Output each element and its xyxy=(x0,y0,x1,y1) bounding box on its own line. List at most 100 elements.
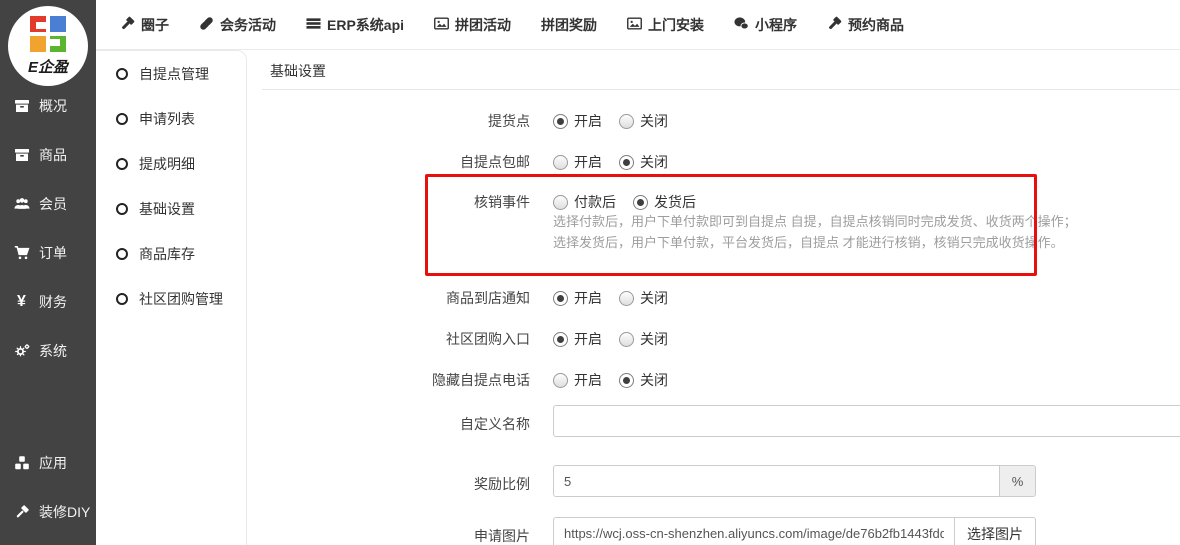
radio-icon[interactable] xyxy=(553,373,568,388)
radio-option-off[interactable]: 关闭 xyxy=(619,288,668,308)
sidebar-item-members[interactable]: 会员 xyxy=(0,179,96,228)
submenu-item-label: 基础设置 xyxy=(139,199,195,219)
circle-icon xyxy=(116,293,128,305)
field-label: 隐藏自提点电话 xyxy=(247,370,530,390)
field-label: 自提点包邮 xyxy=(247,152,530,172)
submenu-item-commission-detail[interactable]: 提成明细 xyxy=(96,141,246,186)
radio-label[interactable]: 开启 xyxy=(574,329,602,349)
chat-bubbles-icon xyxy=(734,16,749,34)
radio-icon[interactable] xyxy=(553,114,568,129)
nav-item-booking-product[interactable]: 预约商品 xyxy=(827,15,904,35)
nav-item-erp-api[interactable]: ERP系统api xyxy=(306,15,404,35)
radio-label[interactable]: 发货后 xyxy=(654,192,696,212)
primary-sidebar: E企盈 概况 商品 会员 订单 ¥ 财务 xyxy=(0,0,96,545)
secondary-sidebar: 自提点管理 申请列表 提成明细 基础设置 商品库存 社区团购管理 xyxy=(96,50,247,545)
reward-ratio-input[interactable] xyxy=(553,465,1000,497)
page-title: 基础设置 xyxy=(270,61,326,81)
radio-icon[interactable] xyxy=(553,291,568,306)
sidebar-item-label: 概况 xyxy=(39,96,67,116)
radio-icon[interactable] xyxy=(619,155,634,170)
nav-item-group-activity[interactable]: 拼团活动 xyxy=(434,15,511,35)
sidebar-item-decorate-diy[interactable]: 装修DIY xyxy=(0,487,96,536)
sidebar-item-products[interactable]: 商品 xyxy=(0,130,96,179)
nav-item-label: 拼团活动 xyxy=(455,15,511,35)
list-icon xyxy=(306,16,321,34)
radio-option-after-payment[interactable]: 付款后 xyxy=(553,192,616,212)
primary-menu: 概况 商品 会员 订单 ¥ 财务 xyxy=(0,81,96,375)
form-row-hide-phone: 隐藏自提点电话 开启 关闭 xyxy=(247,370,668,390)
apply-image-url-input[interactable] xyxy=(553,517,955,545)
sidebar-item-system[interactable]: 系统 xyxy=(0,326,96,375)
field-label: 社区团购入口 xyxy=(247,329,530,349)
nav-item-mini-program[interactable]: 小程序 xyxy=(734,15,797,35)
radio-option-off[interactable]: 关闭 xyxy=(619,111,668,131)
image-icon xyxy=(627,16,642,34)
radio-label[interactable]: 关闭 xyxy=(640,288,668,308)
radio-icon[interactable] xyxy=(619,373,634,388)
sidebar-item-label: 装修DIY xyxy=(39,502,90,522)
radio-icon[interactable] xyxy=(619,291,634,306)
radio-label[interactable]: 开启 xyxy=(574,152,602,172)
percent-addon: % xyxy=(999,465,1036,497)
field-label: 奖励比例 xyxy=(247,465,530,494)
radio-icon[interactable] xyxy=(553,155,568,170)
radio-option-off[interactable]: 关闭 xyxy=(619,370,668,390)
users-icon xyxy=(10,196,33,212)
gavel-icon xyxy=(827,16,842,34)
radio-label[interactable]: 开启 xyxy=(574,288,602,308)
form-row-free-shipping: 自提点包邮 开启 关闭 xyxy=(247,152,668,172)
radio-option-off[interactable]: 关闭 xyxy=(619,152,668,172)
sidebar-item-label: 系统 xyxy=(39,341,67,361)
sidebar-item-overview[interactable]: 概况 xyxy=(0,81,96,130)
title-divider xyxy=(262,89,1180,90)
radio-icon[interactable] xyxy=(619,332,634,347)
image-icon xyxy=(434,16,449,34)
radio-option-on[interactable]: 开启 xyxy=(553,329,602,349)
sidebar-item-finance[interactable]: ¥ 财务 xyxy=(0,277,96,326)
nav-item-label: ERP系统api xyxy=(327,15,404,35)
submenu-item-apply-list[interactable]: 申请列表 xyxy=(96,96,246,141)
nav-item-label: 会务活动 xyxy=(220,15,276,35)
submenu-item-community-group-manage[interactable]: 社区团购管理 xyxy=(96,276,246,321)
radio-option-off[interactable]: 关闭 xyxy=(619,329,668,349)
radio-option-on[interactable]: 开启 xyxy=(553,370,602,390)
submenu-item-basic-settings[interactable]: 基础设置 xyxy=(96,186,246,231)
nav-item-label: 拼团奖励 xyxy=(541,15,597,35)
radio-icon[interactable] xyxy=(619,114,634,129)
form-row-custom-name: 自定义名称 xyxy=(247,405,1180,437)
nav-item-circle[interactable]: 圈子 xyxy=(120,15,169,35)
field-label: 商品到店通知 xyxy=(247,288,530,308)
cubes-icon xyxy=(10,455,33,471)
cogs-icon xyxy=(10,343,33,359)
sidebar-item-apps[interactable]: 应用 xyxy=(0,438,96,487)
verify-event-help-text: 选择付款后，用户下单付款即可到自提点 自提，自提点核销同时完成发货、收货两个操作… xyxy=(553,211,1077,253)
link-icon xyxy=(199,16,214,34)
archive-icon xyxy=(10,98,33,114)
radio-label[interactable]: 关闭 xyxy=(640,111,668,131)
nav-item-conference[interactable]: 会务活动 xyxy=(199,15,276,35)
logo-glyph-icon xyxy=(30,16,66,52)
sidebar-item-orders[interactable]: 订单 xyxy=(0,228,96,277)
submenu-item-product-stock[interactable]: 商品库存 xyxy=(96,231,246,276)
app-logo: E企盈 xyxy=(8,6,88,86)
radio-option-after-shipment[interactable]: 发货后 xyxy=(633,192,696,212)
radio-label[interactable]: 关闭 xyxy=(640,370,668,390)
nav-item-label: 上门安装 xyxy=(648,15,704,35)
radio-icon[interactable] xyxy=(553,195,568,210)
radio-icon[interactable] xyxy=(553,332,568,347)
radio-label[interactable]: 开启 xyxy=(574,111,602,131)
radio-label[interactable]: 关闭 xyxy=(640,329,668,349)
radio-icon[interactable] xyxy=(633,195,648,210)
submenu-item-pickup-point-manage[interactable]: 自提点管理 xyxy=(96,51,246,96)
custom-name-input[interactable] xyxy=(553,405,1180,437)
radio-option-on[interactable]: 开启 xyxy=(553,152,602,172)
radio-label[interactable]: 关闭 xyxy=(640,152,668,172)
radio-label[interactable]: 付款后 xyxy=(574,192,616,212)
nav-item-group-reward[interactable]: 拼团奖励 xyxy=(541,15,597,35)
form-row-community-entry: 社区团购入口 开启 关闭 xyxy=(247,329,668,349)
choose-image-button[interactable]: 选择图片 xyxy=(954,517,1036,545)
radio-option-on[interactable]: 开启 xyxy=(553,288,602,308)
radio-option-on[interactable]: 开启 xyxy=(553,111,602,131)
radio-label[interactable]: 开启 xyxy=(574,370,602,390)
nav-item-home-install[interactable]: 上门安装 xyxy=(627,15,704,35)
